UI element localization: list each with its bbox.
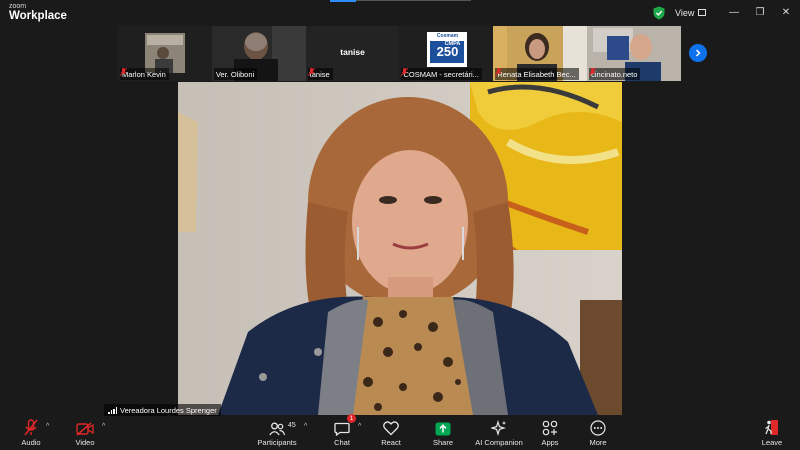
leave-button[interactable]: Leave xyxy=(760,416,784,450)
title-divider xyxy=(356,0,471,1)
participant-name: Renata Elisabeth Bec... xyxy=(497,69,576,79)
minimize-button[interactable]: — xyxy=(726,4,742,20)
mic-off-icon xyxy=(495,68,503,76)
leave-label: Leave xyxy=(761,438,783,447)
participant-display-name: tanise xyxy=(340,47,365,57)
active-speaker-name: Vereadora Lourdes Sprenger xyxy=(120,405,217,415)
participant-name: Ver. Oliboni xyxy=(215,69,255,79)
mic-off-icon xyxy=(24,419,38,436)
video-off-icon xyxy=(76,422,94,436)
more-label: More xyxy=(589,438,607,447)
cosmam-logo-top: Cosmam xyxy=(436,33,459,39)
video-button[interactable]: Video xyxy=(72,416,98,450)
participant-tile-marlon-kevin[interactable]: Marlon Kevin xyxy=(118,26,212,81)
speaker-video-frame xyxy=(178,82,622,415)
ai-companion-label: AI Companion xyxy=(475,438,523,447)
view-label: View xyxy=(675,7,695,18)
participants-label: Participants xyxy=(257,438,297,447)
next-page-button[interactable] xyxy=(689,44,707,62)
mic-off-icon xyxy=(401,68,409,76)
participants-options-caret[interactable]: ^ xyxy=(304,423,307,430)
participant-name: cincinato.neto xyxy=(591,69,638,79)
share-label: Share xyxy=(432,438,453,447)
mic-off-icon xyxy=(120,68,127,76)
react-label: React xyxy=(381,438,401,447)
chat-unread-badge: 1 xyxy=(347,414,356,423)
apps-icon xyxy=(542,420,558,436)
close-icon: ✕ xyxy=(781,6,791,18)
participant-name: Marlon Kevin xyxy=(122,69,166,79)
view-button[interactable]: View xyxy=(669,4,712,21)
apps-label: Apps xyxy=(541,438,559,447)
app-logo-big: Workplace xyxy=(9,10,67,22)
cosmam-logo-number: 250 xyxy=(436,44,459,59)
active-speaker-video xyxy=(178,82,622,415)
video-options-caret[interactable]: ^ xyxy=(102,423,105,430)
ai-sparkle-icon xyxy=(491,420,507,436)
react-button[interactable]: React xyxy=(379,416,403,450)
participant-tile-ver-oliboni[interactable]: Ver. Oliboni xyxy=(211,26,306,81)
restore-icon: ❐ xyxy=(755,6,765,18)
minimize-icon: — xyxy=(729,6,739,18)
audio-button[interactable]: Audio xyxy=(18,416,44,450)
participant-label: tanise xyxy=(307,68,333,80)
more-button[interactable]: More xyxy=(586,416,610,450)
title-accent-bar xyxy=(330,0,356,2)
participant-tile-renata-elisabeth[interactable]: Renata Elisabeth Bec... xyxy=(493,26,588,81)
participant-label: Ver. Oliboni xyxy=(213,68,258,80)
chevron-right-icon xyxy=(695,49,701,57)
chat-options-caret[interactable]: ^ xyxy=(358,423,361,430)
participant-label: Renata Elisabeth Bec... xyxy=(495,68,579,80)
mic-off-icon xyxy=(307,68,315,76)
ai-companion-button[interactable]: AI Companion xyxy=(475,416,523,450)
shield-check-icon[interactable] xyxy=(653,6,665,20)
chat-button[interactable]: 1 Chat xyxy=(330,414,356,450)
audio-label: Audio xyxy=(21,438,41,447)
app-logo-small: zoom xyxy=(9,3,27,10)
participant-strip: Marlon Kevin Ver. Oliboni tanise tanise … xyxy=(118,26,681,81)
participants-icon xyxy=(269,422,285,436)
share-button[interactable]: Share xyxy=(431,416,455,450)
app-logo: zoom Workplace xyxy=(9,3,67,23)
restore-button[interactable]: ❐ xyxy=(752,4,768,20)
participant-name: COSMAM - secretári... xyxy=(403,69,479,79)
participant-label: COSMAM - secretári... xyxy=(401,68,482,80)
signal-strength-icon xyxy=(108,406,117,414)
mic-off-icon xyxy=(589,68,597,76)
share-screen-icon xyxy=(435,422,451,436)
participant-tile-cosmam[interactable]: Cosmam CMPA 250 COSMAM - secretári... xyxy=(399,26,494,81)
participants-button[interactable]: 45 Participants xyxy=(257,416,297,450)
apps-button[interactable]: Apps xyxy=(538,416,562,450)
more-icon xyxy=(590,420,606,436)
participants-count: 45 xyxy=(288,422,296,429)
chat-label: Chat xyxy=(334,438,350,447)
heart-icon xyxy=(383,421,399,436)
participant-tile-tanise[interactable]: tanise tanise xyxy=(305,26,400,81)
close-button[interactable]: ✕ xyxy=(778,4,794,20)
leave-icon xyxy=(765,420,778,435)
active-speaker-label: Vereadora Lourdes Sprenger xyxy=(104,404,221,416)
participant-tile-cincinato-neto[interactable]: cincinato.neto xyxy=(587,26,681,81)
title-bar: zoom Workplace View — ❐ ✕ xyxy=(0,0,800,26)
participant-label: cincinato.neto xyxy=(589,68,641,80)
meeting-toolbar: Audio ^ Video ^ 45 Participants ^ 1 Chat… xyxy=(0,414,800,450)
audio-options-caret[interactable]: ^ xyxy=(46,423,49,430)
grid-icon xyxy=(698,9,707,16)
chat-icon xyxy=(334,422,350,436)
video-label: Video xyxy=(75,438,95,447)
participant-label: Marlon Kevin xyxy=(120,68,169,80)
